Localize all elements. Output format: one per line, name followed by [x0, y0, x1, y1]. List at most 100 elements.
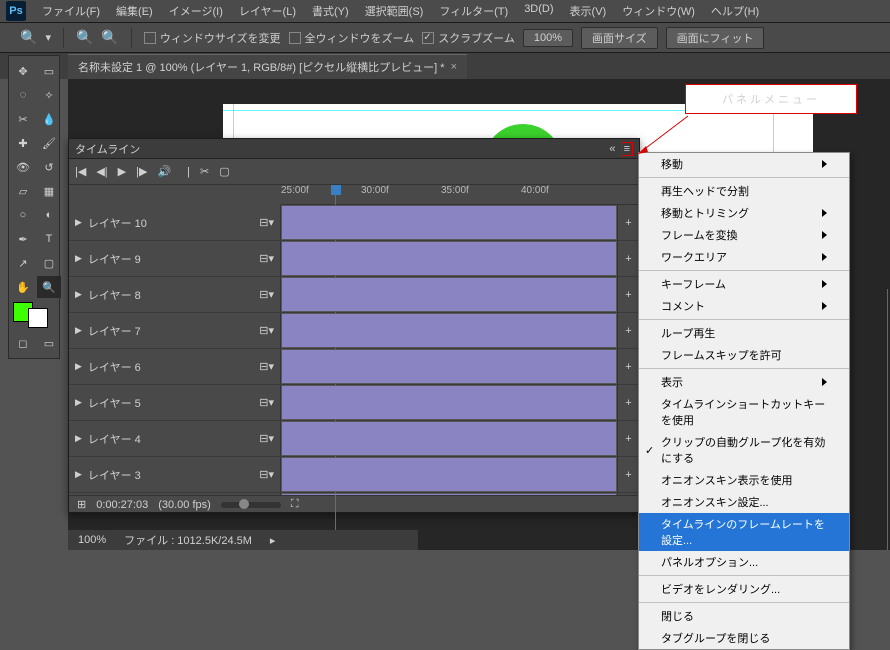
add-clip-button[interactable]: +: [617, 277, 639, 312]
layer-header[interactable]: ▶レイヤー 6⊟▾: [69, 349, 281, 384]
clip-track[interactable]: [281, 385, 617, 420]
disclosure-icon[interactable]: ▶: [75, 253, 82, 264]
disclosure-icon[interactable]: ▶: [75, 433, 82, 444]
layer-options-icon[interactable]: ⊟▾: [259, 216, 274, 229]
screen-mode-icon[interactable]: ▭: [37, 332, 61, 354]
layer-header[interactable]: ▶レイヤー 2⊟▾: [69, 493, 281, 495]
menu-item[interactable]: タイムラインショートカットキーを使用: [639, 393, 849, 431]
menu-item[interactable]: 表示: [639, 371, 849, 393]
clip-track[interactable]: [281, 313, 617, 348]
menu-item[interactable]: ワークエリア: [639, 246, 849, 268]
hand-tool-icon[interactable]: ✋: [11, 276, 35, 298]
menu-item[interactable]: オニオンスキン表示を使用: [639, 469, 849, 491]
layer-options-icon[interactable]: ⊟▾: [259, 324, 274, 337]
menu-item[interactable]: ビデオをレンダリング...: [639, 578, 849, 600]
layer-header[interactable]: ▶レイヤー 8⊟▾: [69, 277, 281, 312]
zoom-all-windows-checkbox[interactable]: 全ウィンドウをズーム: [289, 30, 415, 46]
menu-item[interactable]: 3D(D): [516, 0, 561, 23]
clip-track[interactable]: [281, 349, 617, 384]
menu-item[interactable]: 移動: [639, 153, 849, 175]
menu-item[interactable]: 閉じる: [639, 605, 849, 627]
menu-item[interactable]: クリップの自動グループ化を有効にする: [639, 431, 849, 469]
crop-tool-icon[interactable]: ✂: [11, 108, 35, 130]
panel-collapse-icon[interactable]: «: [607, 143, 617, 155]
menu-item[interactable]: 再生ヘッドで分割: [639, 180, 849, 202]
gradient-tool-icon[interactable]: ▦: [37, 180, 61, 202]
marquee-tool-icon[interactable]: ▭: [37, 60, 61, 82]
split-icon[interactable]: ✂: [200, 165, 209, 178]
timeline-ruler[interactable]: 25:00f30:00f35:00f40:00f: [281, 185, 639, 205]
wand-tool-icon[interactable]: ✧: [37, 84, 61, 106]
menu-item[interactable]: フレームスキップを許可: [639, 344, 849, 366]
panel-menu-icon[interactable]: ≡: [621, 142, 633, 156]
status-arrow-icon[interactable]: ▸: [270, 534, 276, 547]
zoom-fit-icon[interactable]: ⛶: [291, 498, 299, 511]
zoom-slider[interactable]: [221, 502, 281, 508]
add-clip-button[interactable]: +: [617, 205, 639, 240]
add-clip-button[interactable]: +: [617, 349, 639, 384]
menu-item[interactable]: レイヤー(L): [231, 0, 304, 23]
move-tool-icon[interactable]: ✥: [11, 60, 35, 82]
clip-track[interactable]: [281, 493, 617, 495]
fit-window-button[interactable]: 画面にフィット: [666, 27, 765, 49]
blur-tool-icon[interactable]: ○: [11, 204, 35, 226]
layer-options-icon[interactable]: ⊟▾: [259, 360, 274, 373]
lasso-tool-icon[interactable]: ◌: [11, 84, 35, 106]
shape-tool-icon[interactable]: ▢: [37, 252, 61, 274]
stamp-tool-icon[interactable]: 👁: [11, 156, 35, 178]
disclosure-icon[interactable]: ▶: [75, 289, 82, 300]
add-clip-button[interactable]: +: [617, 493, 639, 495]
add-clip-button[interactable]: +: [617, 421, 639, 456]
menu-item[interactable]: ファイル(F): [34, 0, 108, 23]
clip-track[interactable]: [281, 205, 617, 240]
disclosure-icon[interactable]: ▶: [75, 217, 82, 228]
layer-options-icon[interactable]: ⊟▾: [259, 252, 274, 265]
menu-item[interactable]: 移動とトリミング: [639, 202, 849, 224]
menu-item[interactable]: 書式(Y): [304, 0, 357, 23]
menu-item[interactable]: ウィンドウ(W): [614, 0, 703, 23]
disclosure-icon[interactable]: ▶: [75, 469, 82, 480]
zoom-100-button[interactable]: 100%: [523, 29, 573, 47]
menu-item[interactable]: ループ再生: [639, 322, 849, 344]
color-swatch[interactable]: [11, 300, 61, 330]
add-clip-button[interactable]: +: [617, 385, 639, 420]
document-tab[interactable]: 名称未設定 1 @ 100% (レイヤー 1, RGB/8#) [ピクセル縦横比…: [68, 54, 467, 79]
clip-track[interactable]: [281, 421, 617, 456]
prev-frame-icon[interactable]: ◀|: [96, 165, 107, 178]
menu-item[interactable]: 選択範囲(S): [357, 0, 432, 23]
layer-header[interactable]: ▶レイヤー 5⊟▾: [69, 385, 281, 420]
path-tool-icon[interactable]: ↗: [11, 252, 35, 274]
layer-options-icon[interactable]: ⊟▾: [259, 432, 274, 445]
add-clip-button[interactable]: +: [617, 313, 639, 348]
eyedropper-tool-icon[interactable]: 💧: [37, 108, 61, 130]
eraser-tool-icon[interactable]: ▱: [11, 180, 35, 202]
layer-options-icon[interactable]: ⊟▾: [259, 288, 274, 301]
play-icon[interactable]: ▶: [118, 165, 126, 178]
layer-header[interactable]: ▶レイヤー 9⊟▾: [69, 241, 281, 276]
menu-item[interactable]: ヘルプ(H): [703, 0, 767, 23]
disclosure-icon[interactable]: ▶: [75, 361, 82, 372]
layer-options-icon[interactable]: ⊟▾: [259, 396, 274, 409]
history-tool-icon[interactable]: ↺: [37, 156, 61, 178]
mask-mode-icon[interactable]: ◻: [11, 332, 35, 354]
menu-item[interactable]: フィルター(T): [431, 0, 516, 23]
transition-icon[interactable]: ▢: [219, 165, 229, 178]
type-tool-icon[interactable]: T: [37, 228, 61, 250]
layer-header[interactable]: ▶レイヤー 7⊟▾: [69, 313, 281, 348]
menu-item[interactable]: コメント: [639, 295, 849, 317]
brush-tool-icon[interactable]: 🖌: [37, 132, 61, 154]
playhead[interactable]: [331, 185, 341, 195]
dodge-tool-icon[interactable]: ◐: [37, 204, 61, 226]
healing-tool-icon[interactable]: ✚: [11, 132, 35, 154]
clip-track[interactable]: [281, 457, 617, 492]
frame-mode-icon[interactable]: ⊞: [77, 498, 86, 511]
menu-item[interactable]: パネルオプション...: [639, 551, 849, 573]
zoom-out-icon[interactable]: 🔍: [101, 29, 118, 46]
disclosure-icon[interactable]: ▶: [75, 325, 82, 336]
menu-item[interactable]: オニオンスキン設定...: [639, 491, 849, 513]
pen-tool-icon[interactable]: ✒: [11, 228, 35, 250]
zoom-tool-icon[interactable]: 🔍: [37, 276, 61, 298]
add-clip-button[interactable]: +: [617, 457, 639, 492]
layer-options-icon[interactable]: ⊟▾: [259, 468, 274, 481]
menu-item[interactable]: タブグループを閉じる: [639, 627, 849, 649]
